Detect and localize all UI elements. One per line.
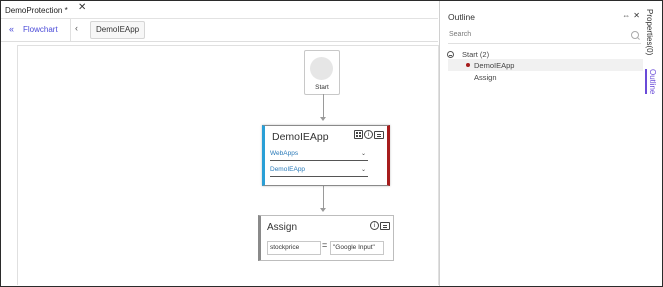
activity-icons: i bbox=[354, 130, 384, 139]
chevron-down-icon[interactable]: ⌄ bbox=[361, 149, 366, 159]
tab-demoprotection[interactable]: DemoProtection * ✕ bbox=[5, 2, 86, 18]
search-icon[interactable] bbox=[631, 31, 639, 39]
application-select[interactable]: WebApps ⌄ bbox=[270, 149, 368, 161]
screen-value: DemoIEApp bbox=[270, 166, 306, 173]
app-window: DemoProtection * ✕ « Flowchart ‹ DemoIEA… bbox=[0, 0, 663, 287]
comment-icon[interactable] bbox=[374, 131, 384, 139]
breadcrumb-flowchart-link[interactable]: Flowchart bbox=[23, 25, 58, 34]
tree-item-demoieapp[interactable]: DemoIEApp bbox=[474, 61, 514, 70]
assign-variable-field[interactable]: stockprice bbox=[267, 241, 321, 255]
grid-icon[interactable] bbox=[354, 130, 363, 139]
search-placeholder: Search bbox=[449, 31, 472, 38]
collapse-icon[interactable] bbox=[447, 51, 454, 58]
assign-node[interactable]: Assign i stockprice = "Google Input" bbox=[258, 215, 394, 261]
assign-icons: i bbox=[370, 221, 390, 230]
side-tab-strip: Properties(0) Outline bbox=[643, 1, 662, 286]
tab-properties[interactable]: Properties(0) bbox=[645, 9, 654, 55]
tab-title: DemoProtection * bbox=[5, 6, 68, 15]
arrow-down-icon bbox=[320, 117, 326, 121]
pin-icon[interactable]: ⇔ bbox=[622, 11, 630, 20]
breakpoint-dot-icon bbox=[466, 63, 470, 67]
info-icon[interactable]: i bbox=[370, 221, 379, 230]
application-value: WebApps bbox=[270, 150, 299, 157]
outline-panel: Outline ⇔ ✕ Search Start (2) DemoIEApp A… bbox=[439, 1, 643, 286]
connector-start-to-activity bbox=[323, 94, 324, 117]
assign-title: Assign bbox=[267, 222, 298, 233]
assign-value-field[interactable]: "Google Input" bbox=[330, 241, 384, 255]
arrow-down-icon bbox=[320, 208, 326, 212]
chevron-left-icon[interactable]: ‹ bbox=[75, 23, 78, 33]
info-icon[interactable]: i bbox=[364, 130, 373, 139]
comment-icon[interactable] bbox=[380, 222, 390, 230]
outline-title: Outline bbox=[448, 12, 475, 22]
screen-select[interactable]: DemoIEApp ⌄ bbox=[270, 165, 368, 177]
activity-title: DemoIEApp bbox=[272, 131, 329, 143]
chevron-down-icon[interactable]: ⌄ bbox=[361, 165, 366, 175]
connector-activity-to-assign bbox=[323, 186, 324, 208]
breadcrumb-divider bbox=[70, 19, 71, 41]
start-label: Start bbox=[315, 84, 329, 91]
breadcrumb: « Flowchart ‹ DemoIEApp bbox=[1, 19, 438, 42]
search-input[interactable]: Search bbox=[448, 29, 641, 44]
close-icon[interactable]: ✕ bbox=[78, 2, 86, 13]
start-circle-icon bbox=[310, 57, 333, 80]
activity-node-demoieapp[interactable]: DemoIEApp i WebApps ⌄ DemoIEApp ⌄ bbox=[262, 125, 390, 186]
document-tab-bar: DemoProtection * ✕ bbox=[1, 1, 438, 19]
close-icon[interactable]: ✕ bbox=[633, 11, 640, 20]
breadcrumb-current[interactable]: DemoIEApp bbox=[90, 21, 146, 39]
double-chevron-left-icon[interactable]: « bbox=[9, 24, 14, 34]
equals-sign: = bbox=[322, 240, 328, 250]
tree-item-start[interactable]: Start (2) bbox=[462, 50, 489, 59]
panel-controls: ⇔ ✕ bbox=[622, 11, 640, 20]
tab-outline[interactable]: Outline bbox=[645, 69, 657, 95]
tree-item-assign[interactable]: Assign bbox=[474, 73, 497, 82]
start-node[interactable]: Start bbox=[304, 50, 340, 95]
